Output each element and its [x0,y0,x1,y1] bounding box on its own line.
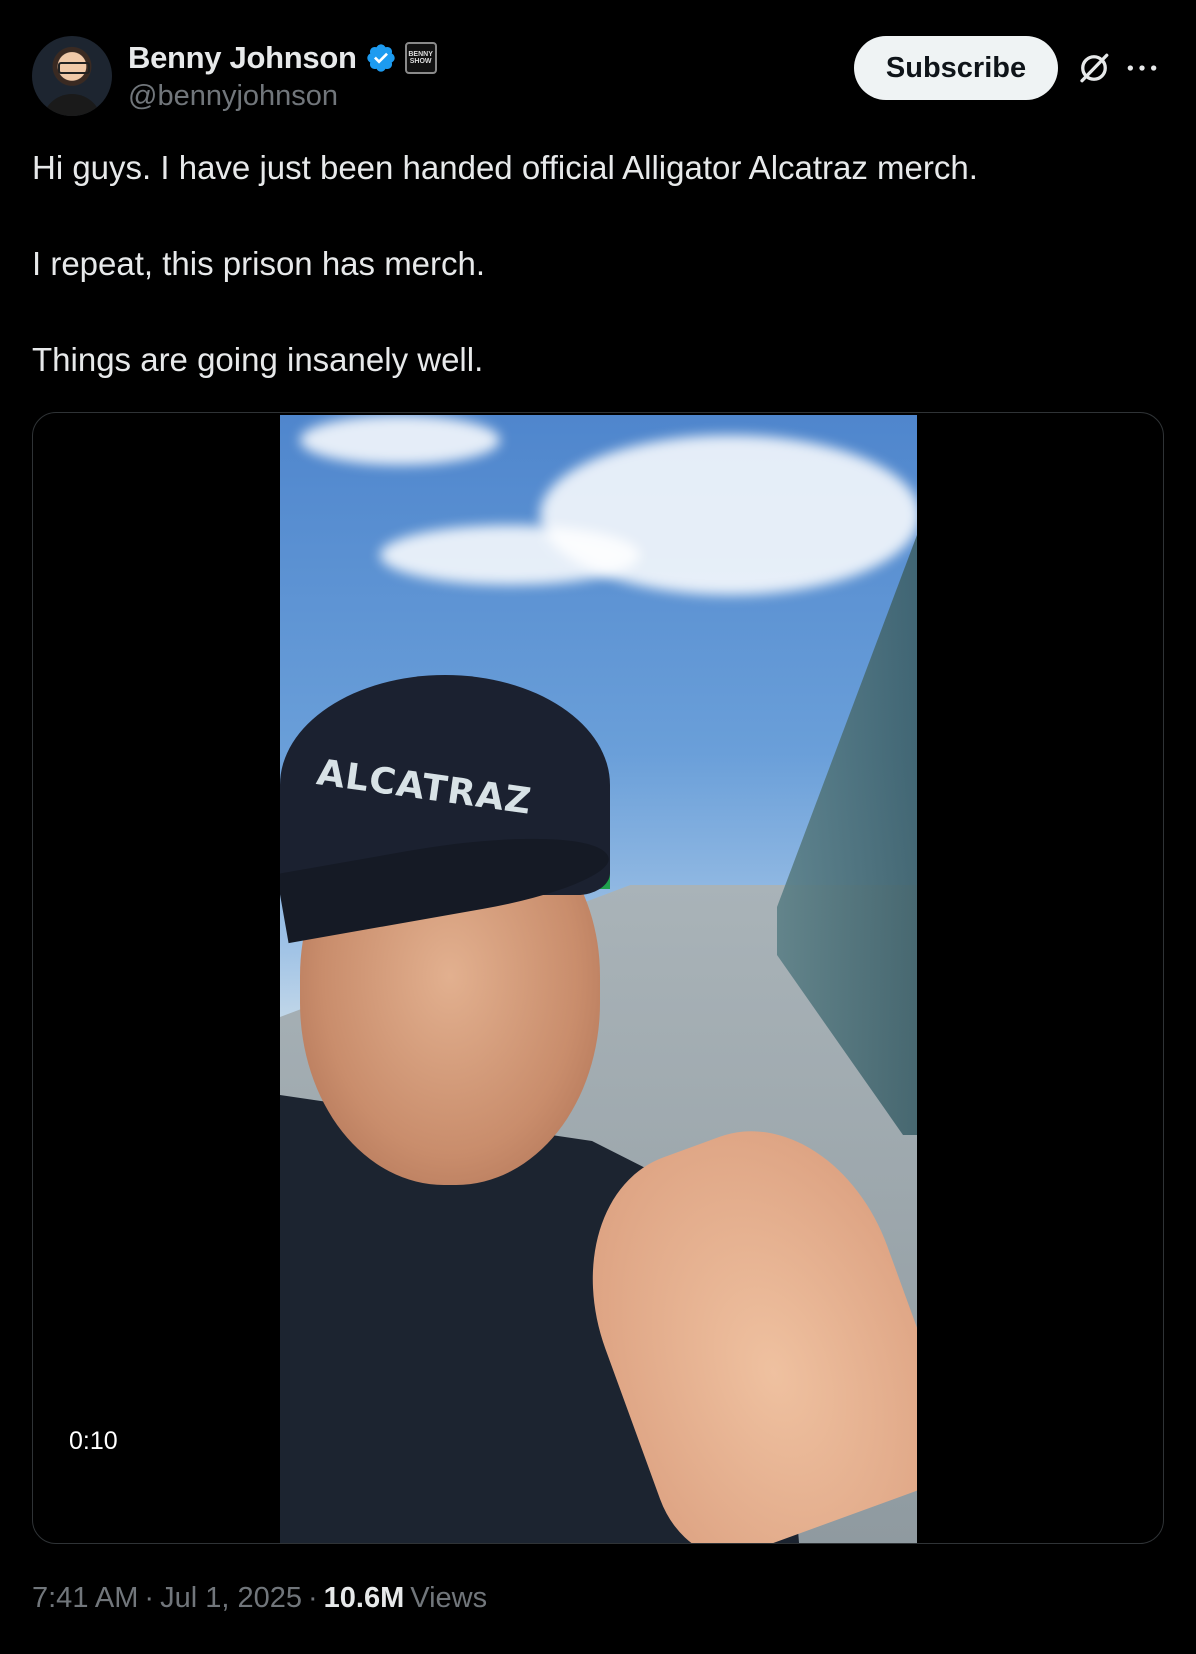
meta-separator: · [307,1582,318,1614]
tweet-text: Hi guys. I have just been handed officia… [32,148,1164,380]
subscribe-button[interactable]: Subscribe [854,36,1058,100]
more-icon[interactable] [1122,48,1162,88]
video-cloud [300,415,500,465]
tweet-meta: 7:41 AM · Jul 1, 2025 · 10.6M Views [32,1582,487,1615]
video-cloud [380,525,640,585]
tweet-paragraph: Things are going insanely well. [32,341,484,378]
tweet-time[interactable]: 7:41 AM [32,1582,138,1615]
views-label: Views [410,1582,488,1614]
tweet-date[interactable]: Jul 1, 2025 [160,1582,302,1615]
tweet-paragraph: I repeat, this prison has merch. [32,245,486,282]
tweet-paragraph: Hi guys. I have just been handed officia… [32,149,978,186]
user-handle[interactable]: @bennyjohnson [128,80,338,113]
name-row: Benny Johnson BENNY SHOW [128,40,437,76]
avatar[interactable] [32,36,112,116]
grok-icon[interactable] [1076,50,1112,86]
avatar-shirt [42,94,102,116]
avatar-glasses [58,62,90,74]
video-frame[interactable]: ALCATRAZ [280,415,917,1543]
video-duration-badge: 0:10 [57,1421,130,1462]
tweet-header: Benny Johnson BENNY SHOW @bennyjohnson S… [32,36,1164,120]
affiliate-badge-text: BENNY SHOW [408,51,433,65]
affiliate-badge-icon[interactable]: BENNY SHOW [404,42,437,74]
verified-badge-icon[interactable] [365,42,397,74]
meta-separator: · [144,1582,155,1614]
video-player[interactable]: ALCATRAZ 0:10 [32,412,1164,1544]
views-count: 10.6M [323,1582,405,1614]
display-name[interactable]: Benny Johnson [128,40,357,76]
